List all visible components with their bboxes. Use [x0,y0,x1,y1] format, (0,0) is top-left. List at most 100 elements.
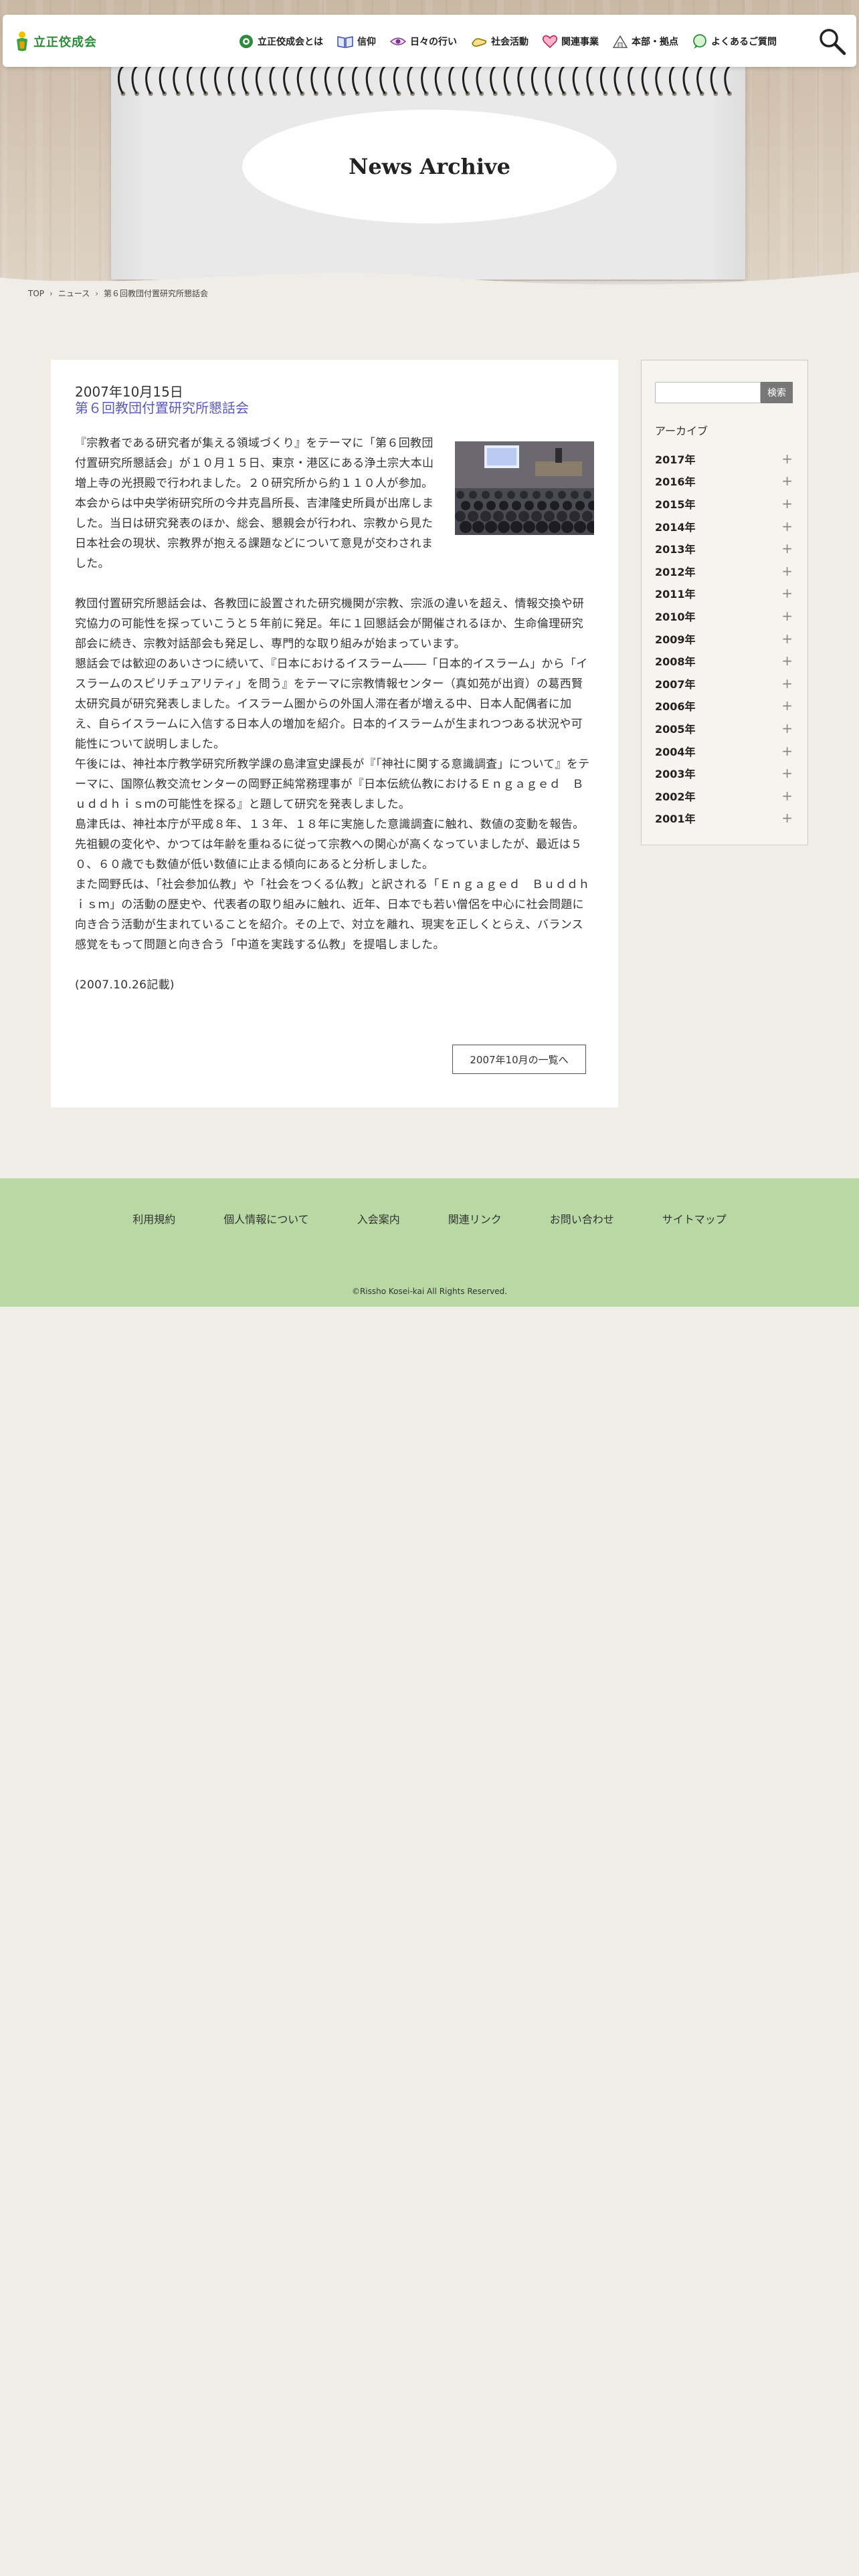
archive-year-item[interactable]: 2013年 + [655,537,793,560]
nav-label: 関連事業 [561,37,599,47]
footer-link[interactable]: 関連リンク [424,1210,526,1226]
chevron-right-icon: › [95,288,99,298]
archive-year-item[interactable]: 2011年 + [655,582,793,605]
plus-icon: + [781,562,793,579]
sidebar-search-input[interactable] [655,382,761,403]
archive-year-item[interactable]: 2005年 + [655,717,793,740]
plus-icon: + [781,585,793,602]
eye-icon [389,37,407,45]
nav-about[interactable]: 立正佼成会とは [238,33,323,49]
footer-link[interactable]: 入会案内 [333,1210,424,1226]
archive-year-label: 2002年 [655,790,696,803]
archive-year-item[interactable]: 2016年 + [655,470,793,493]
archive-year-item[interactable]: 2009年 + [655,627,793,650]
footer-link[interactable]: 利用規約 [108,1210,199,1226]
hands-icon [472,38,486,47]
magnifier-icon [820,29,846,56]
archive-year-item[interactable]: 2015年 + [655,492,793,515]
breadcrumb: TOP › ニュース › 第６回教団付置研究所懇話会 [28,288,208,299]
global-nav: 立正佼成会とは 信仰 日々の行い 社会活動 関連事業 本部・拠点 よくあるご質問 [238,31,790,52]
nav-label: 社会活動 [491,37,529,47]
title-oval: News Archive [242,110,617,223]
plus-icon: + [781,473,793,490]
plus-icon: + [781,607,793,624]
archive-year-item[interactable]: 2004年 + [655,740,793,762]
archive-year-label: 2009年 [655,633,696,646]
article-paragraph: 午後には、神社本庁教学研究所教学課の島津宣史課長が『「神社に関する意識調査」につ… [75,758,590,811]
plus-icon: + [781,540,793,557]
nav-faith[interactable]: 信仰 [337,34,376,49]
archive-heading: アーカイブ [655,425,708,437]
archive-year-label: 2012年 [655,565,696,578]
archive-year-label: 2008年 [655,655,696,669]
breadcrumb-current: 第６回教団付置研究所懇話会 [104,289,209,298]
plus-icon: + [781,518,793,534]
nav-related-business[interactable]: 関連事業 [542,34,599,49]
archive-year-item[interactable]: 2017年 + [655,447,793,470]
archive-year-label: 2005年 [655,722,696,736]
plus-icon: + [781,653,793,669]
plus-icon: + [781,787,793,804]
archive-year-label: 2003年 [655,768,696,781]
archive-year-label: 2017年 [655,453,696,466]
archive-year-item[interactable]: 2002年 + [655,784,793,807]
sidebar-search-button[interactable]: 検索 [761,382,793,403]
nav-label: よくあるご質問 [711,37,777,47]
plus-icon: + [781,810,793,827]
archive-year-item[interactable]: 2012年 + [655,560,793,582]
archive-year-item[interactable]: 2008年 + [655,649,793,672]
circle-logo-icon [240,35,253,48]
archive-year-label: 2014年 [655,520,696,534]
article-card: 2007年10月15日 第６回教団付置研究所懇話会 『宗教者である研究者が集える… [51,360,618,1107]
archive-year-label: 2006年 [655,700,696,714]
archive-year-item[interactable]: 2010年 + [655,605,793,627]
nav-label: 日々の行い [410,37,457,47]
archive-year-label: 2011年 [655,588,696,601]
site-footer: 利用規約 個人情報について 入会案内 関連リンク お問い合わせ サイトマップ ©Rissh… [0,1178,859,1307]
site-logo[interactable]: 立正佼成会 [15,28,97,55]
article-title: 第６回教団付置研究所懇話会 [75,400,249,416]
article-paragraph: 島津氏は、神社本庁が平成８年、１３年、１８年に実施した意識調査に触れ、数値の変動… [75,818,585,871]
archive-year-label: 2013年 [655,543,696,556]
spiral-binding-illustration [118,64,732,96]
archive-year-item[interactable]: 2001年 + [655,807,793,830]
nav-headquarters[interactable]: 本部・拠点 [612,34,678,49]
logo-text: 立正佼成会 [33,35,97,49]
plus-icon: + [781,720,793,736]
archive-year-item[interactable]: 2003年 + [655,762,793,784]
plus-icon: + [781,697,793,714]
plus-icon: + [781,742,793,759]
heart-icon [542,35,558,49]
archive-year-label: 2007年 [655,677,696,691]
nav-label: 信仰 [357,37,376,47]
plus-icon: + [781,630,793,647]
archive-year-item[interactable]: 2014年 + [655,515,793,538]
footer-link[interactable]: お問い合わせ [526,1210,638,1226]
archive-year-item[interactable]: 2007年 + [655,672,793,695]
archive-year-label: 2016年 [655,475,696,489]
article-paragraph: 教団付置研究所懇話会は、各教団に設置された研究機関が宗教、宗派の違いを超え、情報… [75,597,585,651]
nav-daily-practice[interactable]: 日々の行い [389,34,457,49]
header-search-button[interactable] [818,27,847,56]
archive-year-label: 2015年 [655,498,696,511]
copyright: ©Rissho Kosei-kai All Rights Reserved. [351,1287,508,1296]
article-paragraph: また岡野氏は、「社会参加仏教」や「社会をつくる仏教」と訳される「Ｅｎｇａｇｅｄ … [75,878,590,952]
archive-year-item[interactable]: 2006年 + [655,695,793,718]
archive-year-label: 2010年 [655,610,696,623]
article-note: (2007.10.26記載) [75,978,175,992]
nav-faq[interactable]: よくあるご質問 [692,33,777,49]
archive-list: 2017年 +2016年 +2015年 +2014年 +2013年 +2012年 +2011… [655,447,793,829]
footer-link[interactable]: 個人情報について [199,1210,333,1226]
speech-bubble-icon [693,34,706,49]
footer-links: 利用規約 個人情報について 入会案内 関連リンク お問い合わせ サイトマップ [0,1210,859,1226]
nav-label: 立正佼成会とは [258,37,323,47]
breadcrumb-home[interactable]: TOP [28,289,44,298]
nav-label: 本部・拠点 [632,37,678,47]
archive-year-label: 2001年 [655,813,696,826]
nav-social-activities[interactable]: 社会活動 [470,34,529,49]
monthly-list-button[interactable]: 2007年10月の一覧へ [452,1045,586,1074]
breadcrumb-news[interactable]: ニュース [58,288,90,299]
article-lead-paragraph: 『宗教者である研究者が集える領域づくり』をテーマに「第６回教団付置研究所懇話会」… [75,437,434,570]
plus-icon: + [781,675,793,691]
footer-link[interactable]: サイトマップ [638,1210,751,1226]
